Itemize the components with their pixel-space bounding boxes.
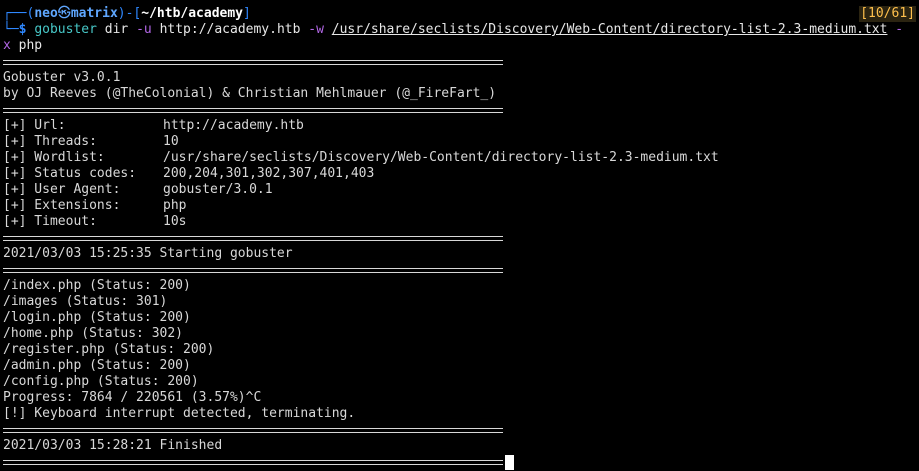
config-row-extensions: [+] Extensions: php bbox=[3, 198, 186, 214]
config-label: [+] Threads: bbox=[3, 134, 97, 149]
config-row-threads: [+] Threads: 10 bbox=[3, 134, 179, 150]
prompt-frame-close: ] bbox=[243, 6, 251, 21]
result-line: /home.php (Status: 302) bbox=[3, 326, 184, 341]
separator bbox=[3, 460, 503, 465]
config-label: [+] Extensions: bbox=[3, 198, 121, 213]
command-wordlist-path: /usr/share/seclists/Discovery/Web-Conten… bbox=[331, 22, 888, 37]
prompt-path: ~/htb/academy bbox=[141, 6, 244, 21]
config-value: 10 bbox=[163, 134, 179, 149]
banner-version: Gobuster v3.0.1 bbox=[3, 70, 121, 85]
config-value: 10s bbox=[163, 214, 187, 229]
interrupt-line: [!] Keyboard interrupt detected, termina… bbox=[3, 406, 356, 421]
prompt-frame-open: ┌──( bbox=[3, 6, 35, 21]
config-label: [+] Status codes: bbox=[3, 166, 137, 181]
result-line: /admin.php (Status: 200) bbox=[3, 358, 191, 373]
result-line: /images (Status: 301) bbox=[3, 294, 168, 309]
config-row-wordlist: [+] Wordlist: /usr/share/seclists/Discove… bbox=[3, 150, 719, 166]
banner-authors: by OJ Reeves (@TheColonial) & Christian … bbox=[3, 86, 497, 101]
result-line: /register.php (Status: 200) bbox=[3, 342, 215, 357]
command-line[interactable]: └─$ gobuster dir -u http://academy.htb -… bbox=[3, 22, 903, 38]
config-label: [+] Url: bbox=[3, 118, 66, 133]
finish-line: 2021/03/03 15:28:21 Finished bbox=[3, 438, 223, 453]
config-label: [+] Timeout: bbox=[3, 214, 97, 229]
config-label: [+] Wordlist: bbox=[3, 150, 105, 165]
skull-icon: ㉿ bbox=[57, 6, 71, 21]
prompt-user: neo bbox=[34, 6, 58, 21]
separator bbox=[3, 108, 503, 113]
config-row-timeout: [+] Timeout: 10s bbox=[3, 214, 186, 230]
config-row-status-codes: [+] Status codes: 200,204,301,302,307,401… bbox=[3, 166, 374, 182]
command-url-flag: -u bbox=[136, 22, 152, 37]
progress-line: Progress: 7864 / 220561 (3.57%)^C bbox=[3, 390, 262, 405]
prompt-host: matrix bbox=[70, 6, 118, 21]
command-wordlist-flag: -w bbox=[308, 22, 324, 37]
separator bbox=[3, 268, 503, 273]
history-indicator: [10/61] bbox=[859, 6, 916, 22]
terminal-window[interactable]: ┌──(neo㉿matrix)-[~/htb/academy] [10/61] … bbox=[0, 0, 919, 471]
text-cursor[interactable] bbox=[505, 455, 514, 470]
command-mode: dir bbox=[104, 22, 129, 37]
config-value: http://academy.htb bbox=[163, 118, 304, 133]
result-line: /index.php (Status: 200) bbox=[3, 278, 191, 293]
command-tool: gobuster bbox=[34, 22, 97, 37]
command-ext-flag: x bbox=[3, 38, 11, 53]
command-url: http://academy.htb bbox=[159, 22, 301, 37]
config-value: gobuster/3.0.1 bbox=[163, 182, 273, 197]
config-value: php bbox=[163, 198, 187, 213]
separator bbox=[3, 428, 503, 433]
config-value: /usr/share/seclists/Discovery/Web-Conten… bbox=[163, 150, 719, 165]
prompt-frame-mid: )-[ bbox=[117, 6, 142, 21]
prompt-dollar: $ bbox=[18, 22, 35, 37]
config-value: 200,204,301,302,307,401,403 bbox=[163, 166, 375, 181]
start-line: 2021/03/03 15:25:35 Starting gobuster bbox=[3, 246, 293, 261]
prompt-header: ┌──(neo㉿matrix)-[~/htb/academy] bbox=[3, 6, 251, 22]
separator bbox=[3, 236, 503, 241]
config-row-user-agent: [+] User Agent: gobuster/3.0.1 bbox=[3, 182, 273, 198]
result-line: /config.php (Status: 200) bbox=[3, 374, 199, 389]
separator bbox=[3, 60, 503, 65]
prompt-frame-bottom: └─ bbox=[3, 22, 19, 37]
command-ext: php bbox=[18, 38, 43, 53]
config-row-url: [+] Url: http://academy.htb bbox=[3, 118, 304, 134]
history-count: 10/61 bbox=[868, 6, 908, 21]
result-line: /login.php (Status: 200) bbox=[3, 310, 191, 325]
command-trailing-dash: - bbox=[895, 22, 904, 37]
command-line-wrap: x php bbox=[3, 38, 42, 54]
config-label: [+] User Agent: bbox=[3, 182, 121, 197]
